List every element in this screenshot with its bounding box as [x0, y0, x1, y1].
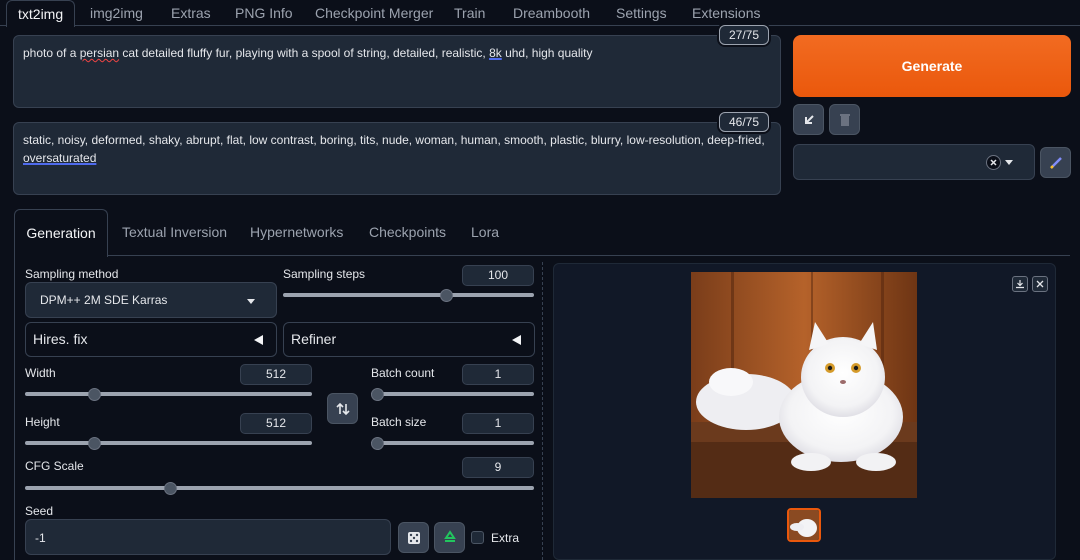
batch-size-slider-thumb[interactable]: [371, 436, 384, 450]
negative-prompt-text-part: static, noisy, deformed, shaky, abrupt, …: [23, 133, 765, 147]
prompt-text-part: cat detailed fluffy fur, playing with a …: [119, 46, 490, 60]
tab-settings[interactable]: Settings: [605, 0, 678, 26]
generate-button[interactable]: Generate: [793, 35, 1071, 97]
tab-train[interactable]: Train: [443, 0, 496, 26]
seed-value: -1: [35, 531, 46, 545]
sampling-method-label: Sampling method: [25, 267, 119, 281]
prompt-token-counter: 27/75: [719, 25, 769, 45]
sampling-steps-label: Sampling steps: [283, 267, 366, 281]
tab-lora[interactable]: Lora: [471, 209, 499, 256]
extra-label: Extra: [491, 531, 520, 545]
width-input[interactable]: 512: [240, 364, 312, 385]
sampling-steps-slider-thumb[interactable]: [440, 288, 454, 302]
recycle-icon: [443, 529, 456, 542]
styles-dropdown[interactable]: [793, 144, 1035, 180]
cfg-scale-slider-thumb[interactable]: [163, 481, 177, 495]
tab-checkpoints[interactable]: Checkpoints: [369, 209, 446, 256]
collapse-triangle-icon: [254, 335, 263, 345]
chevron-down-icon: [1005, 160, 1013, 165]
thumbnail-cat-image: [789, 510, 819, 540]
seed-input[interactable]: -1: [25, 519, 391, 555]
height-slider-thumb[interactable]: [88, 436, 102, 450]
sampling-method-select[interactable]: DPM++ 2M SDE Karras: [25, 282, 277, 318]
cfg-scale-slider[interactable]: [25, 486, 534, 490]
close-image-button[interactable]: [1032, 276, 1048, 292]
batch-size-label: Batch size: [371, 415, 427, 429]
tab-img2img[interactable]: img2img: [79, 0, 154, 26]
width-slider[interactable]: [25, 392, 312, 396]
edit-styles-button[interactable]: [1040, 147, 1071, 178]
tab-txt2img[interactable]: txt2img: [6, 0, 76, 27]
paste-button[interactable]: [793, 104, 824, 135]
tab-extensions[interactable]: Extensions: [681, 0, 771, 26]
top-tab-bar: txt2img img2img Extras PNG Info Checkpoi…: [0, 0, 1080, 27]
generated-cat-image: [691, 272, 917, 498]
tab-checkpoint-merger[interactable]: Checkpoint Merger: [304, 0, 444, 26]
height-slider[interactable]: [25, 441, 312, 445]
swap-arrows-icon: [335, 402, 350, 415]
batch-size-input[interactable]: 1: [462, 413, 534, 434]
collapse-triangle-icon: [512, 335, 521, 345]
prompt-text-part: uhd, high quality: [501, 46, 593, 60]
prompt-textarea[interactable]: photo of a persian cat detailed fluffy f…: [13, 35, 781, 108]
cfg-scale-label: CFG Scale: [25, 459, 84, 473]
prompt-text-part: persian: [79, 46, 120, 60]
tab-png-info[interactable]: PNG Info: [224, 0, 304, 26]
batch-count-input[interactable]: 1: [462, 364, 534, 385]
tab-generation[interactable]: Generation: [14, 209, 108, 257]
batch-count-label: Batch count: [371, 366, 435, 380]
gallery-thumbnail[interactable]: [787, 508, 821, 542]
chevron-down-icon: [247, 299, 255, 304]
trash-icon: [839, 113, 850, 126]
refiner-label: Refiner: [291, 331, 337, 347]
close-icon: [1036, 280, 1044, 288]
prompt-text-part: 8k: [489, 46, 502, 60]
negative-prompt-token-counter: 46/75: [719, 112, 769, 132]
reuse-seed-button[interactable]: [434, 522, 465, 553]
generated-image[interactable]: [691, 272, 917, 498]
hires-fix-label: Hires. fix: [33, 331, 88, 347]
generation-tab-bar: Generation Textual Inversion Hypernetwor…: [14, 209, 1070, 257]
swap-dimensions-button[interactable]: [327, 393, 358, 424]
refiner-accordion[interactable]: Refiner: [283, 322, 535, 357]
height-input[interactable]: 512: [240, 413, 312, 434]
tab-extras[interactable]: Extras: [160, 0, 222, 26]
height-label: Height: [25, 415, 60, 429]
pencil-icon: [1049, 156, 1062, 169]
batch-count-slider[interactable]: [371, 392, 534, 396]
batch-count-slider-thumb[interactable]: [371, 387, 384, 401]
column-divider: [542, 262, 543, 560]
download-icon: [1016, 280, 1024, 289]
dice-icon: [407, 531, 420, 544]
seed-label: Seed: [25, 504, 54, 518]
arrow-down-left-icon: [804, 114, 814, 124]
tab-dreambooth[interactable]: Dreambooth: [502, 0, 601, 26]
width-slider-thumb[interactable]: [88, 387, 102, 401]
sampling-steps-input[interactable]: 100: [462, 265, 534, 286]
prompt-text-part: photo of a: [23, 46, 80, 60]
negative-prompt-text-part: oversaturated: [23, 151, 97, 165]
sampling-method-value: DPM++ 2M SDE Karras: [40, 293, 168, 307]
cfg-scale-input[interactable]: 9: [462, 457, 534, 478]
download-button[interactable]: [1012, 276, 1028, 292]
extra-checkbox[interactable]: [471, 531, 484, 544]
hires-fix-accordion[interactable]: Hires. fix: [25, 322, 277, 357]
sampling-steps-slider[interactable]: [283, 293, 534, 297]
x-circle-icon[interactable]: [986, 155, 1001, 170]
tab-textual-inversion[interactable]: Textual Inversion: [122, 209, 227, 256]
width-label: Width: [25, 366, 56, 380]
tab-hypernetworks[interactable]: Hypernetworks: [250, 209, 343, 256]
trash-button[interactable]: [829, 104, 860, 135]
random-seed-button[interactable]: [398, 522, 429, 553]
batch-size-slider[interactable]: [371, 441, 534, 445]
negative-prompt-textarea[interactable]: static, noisy, deformed, shaky, abrupt, …: [13, 122, 781, 195]
